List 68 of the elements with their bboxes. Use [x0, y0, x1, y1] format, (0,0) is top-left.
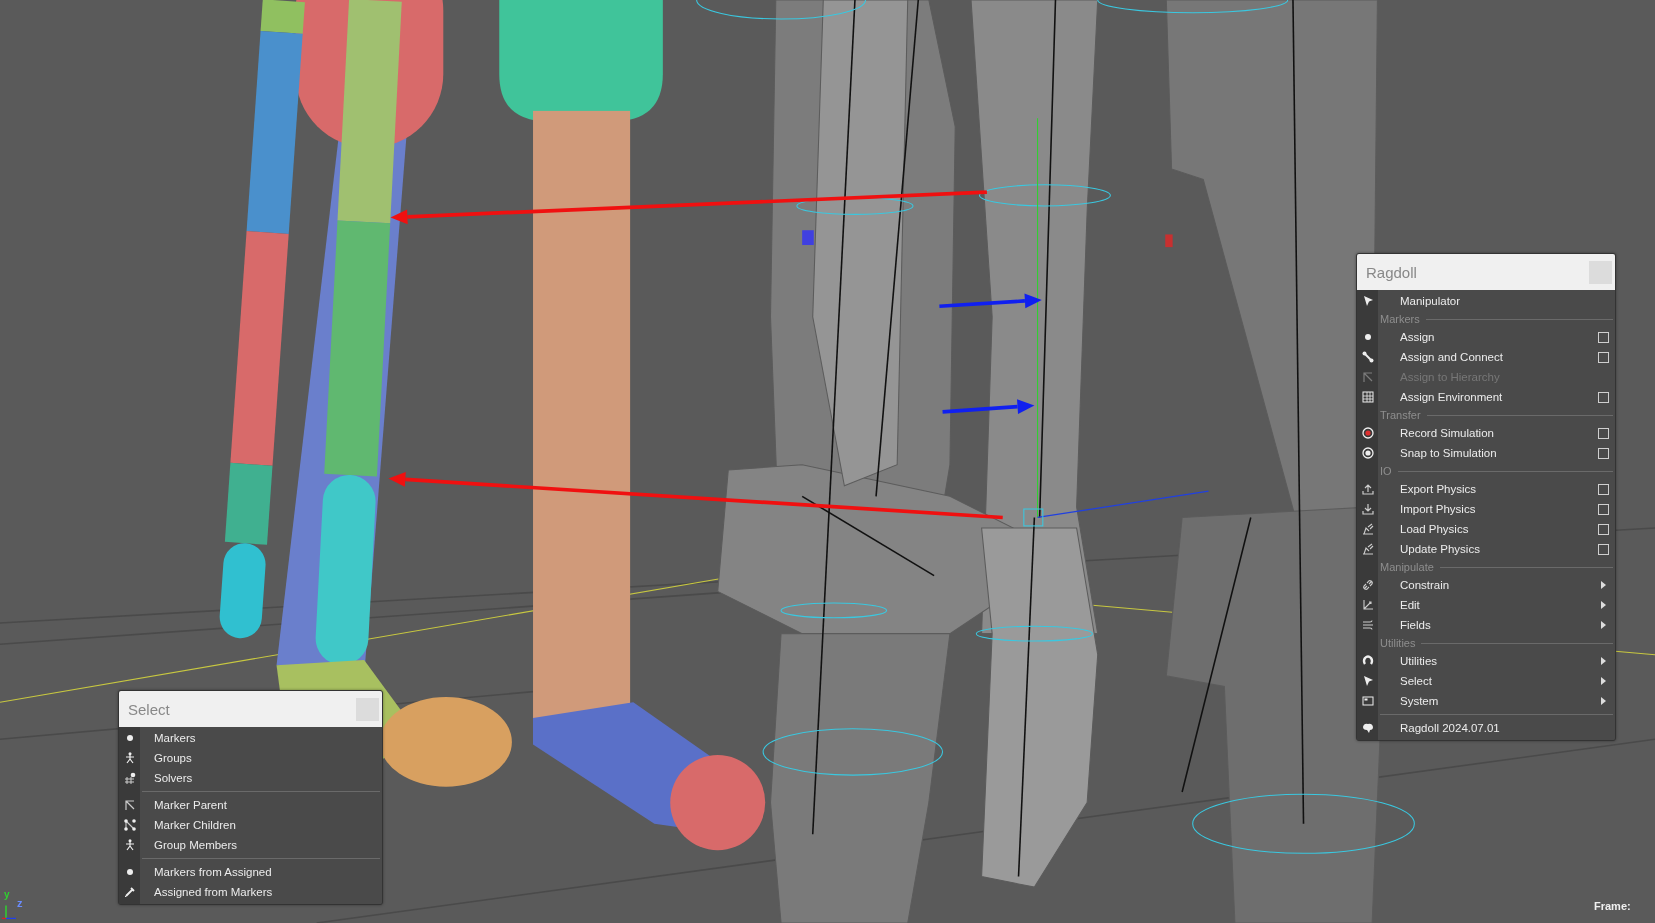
section-label: Transfer — [1380, 409, 1421, 421]
menu-item[interactable]: Assign and Connect — [1357, 347, 1615, 367]
menu-item[interactable]: Load Physics — [1357, 519, 1615, 539]
record-icon — [1361, 427, 1374, 439]
nodes-icon — [123, 819, 136, 831]
option-box[interactable] — [1598, 351, 1609, 363]
option-box[interactable] — [1598, 523, 1609, 535]
magnet-icon — [1361, 655, 1374, 667]
menu-item[interactable]: System — [1357, 691, 1615, 711]
menu-item[interactable]: Manipulator — [1357, 291, 1615, 311]
ramp-icon — [1361, 523, 1374, 535]
menu-item[interactable]: Assign — [1357, 327, 1615, 347]
option-box[interactable] — [1598, 391, 1609, 403]
menu-item[interactable]: Group Members — [119, 835, 382, 855]
frame-label: Frame: — [1594, 900, 1631, 912]
figure-icon — [123, 839, 136, 851]
menu-title: Ragdoll — [1366, 263, 1417, 281]
menu-item[interactable]: Import Physics — [1357, 499, 1615, 519]
section-label: Manipulate — [1380, 561, 1434, 573]
figure-icon — [123, 752, 136, 764]
option-box[interactable] — [1598, 483, 1609, 495]
section-label: Markers — [1380, 313, 1420, 325]
axes-icon — [1361, 599, 1374, 611]
menu-item[interactable]: Edit — [1357, 595, 1615, 615]
axis-label: y — [4, 889, 10, 900]
hierarchy-icon — [123, 799, 136, 811]
option-box[interactable] — [1598, 427, 1609, 439]
axis-gizmo-icon — [2, 905, 17, 919]
option-box[interactable] — [1598, 447, 1609, 459]
download-icon — [1361, 503, 1374, 515]
menu-item[interactable]: Utilities — [1357, 651, 1615, 671]
menu-item[interactable]: Ragdoll 2024.07.01 — [1357, 718, 1615, 738]
menu-item[interactable]: Marker Children — [119, 815, 382, 835]
pen-icon — [123, 886, 136, 898]
option-box[interactable] — [1598, 543, 1609, 555]
menu-item[interactable]: Groups — [119, 748, 382, 768]
target-icon — [1361, 447, 1374, 459]
menu-item[interactable]: Marker Parent — [119, 795, 382, 815]
upload-icon — [1361, 483, 1374, 495]
section-label: Utilities — [1380, 637, 1416, 649]
menu-title: Select — [128, 700, 170, 718]
menu-item[interactable]: Update Physics — [1357, 539, 1615, 559]
hierarchy-icon — [1361, 371, 1374, 383]
menu-item[interactable]: Select — [1357, 671, 1615, 691]
solver-icon — [123, 772, 136, 784]
menu-item[interactable]: Assign Environment — [1357, 387, 1615, 407]
option-box[interactable] — [1598, 331, 1609, 343]
ragdoll-logo-icon — [1361, 722, 1374, 734]
menu-item[interactable]: Export Physics — [1357, 479, 1615, 499]
cursor-icon — [1361, 675, 1374, 687]
window-icon — [1361, 695, 1374, 707]
option-box[interactable] — [1598, 503, 1609, 515]
link-icon — [1361, 579, 1374, 591]
menu-item[interactable]: Assigned from Markers — [119, 882, 382, 902]
grid-icon — [1361, 391, 1374, 403]
axis-label: z — [17, 897, 23, 909]
wind-icon — [1361, 619, 1374, 631]
ramp-icon — [1361, 543, 1374, 555]
menu-item[interactable]: Record Simulation — [1357, 423, 1615, 443]
menu-item[interactable]: Markers from Assigned — [119, 862, 382, 882]
menu-item[interactable]: Fields — [1357, 615, 1615, 635]
menu-item[interactable]: Solvers — [119, 768, 382, 788]
menu-item[interactable]: Markers — [119, 728, 382, 748]
section-label: IO — [1380, 465, 1392, 477]
cursor-icon — [1361, 295, 1374, 307]
menu-item[interactable]: Constrain — [1357, 575, 1615, 595]
bone-icon — [1361, 351, 1374, 363]
menu-item[interactable]: Snap to Simulation — [1357, 443, 1615, 463]
